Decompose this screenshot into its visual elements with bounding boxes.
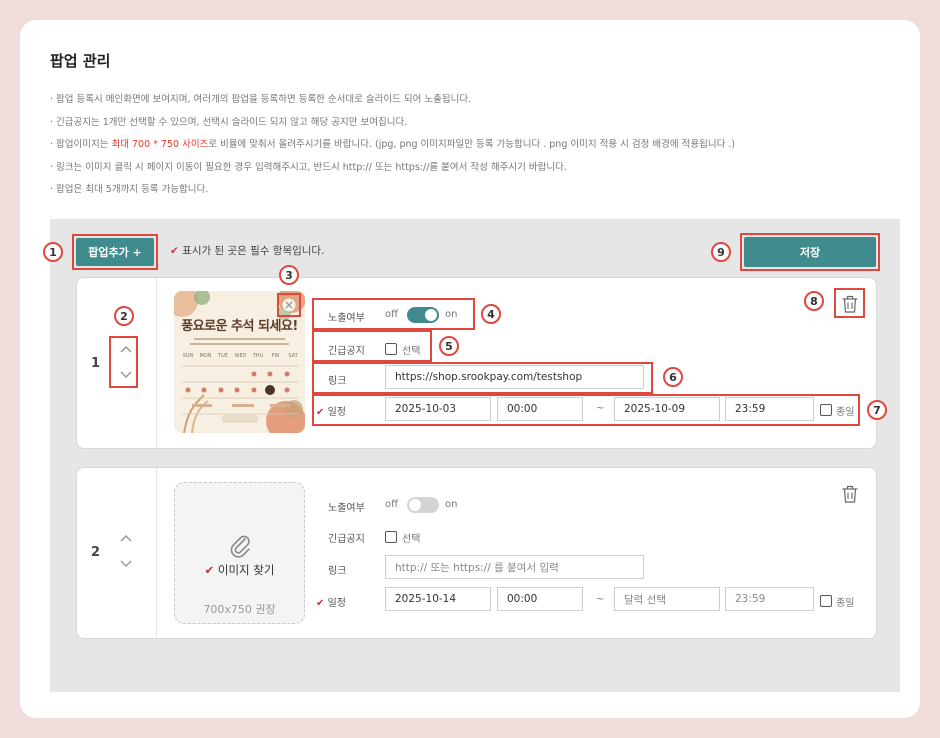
annotation-badge: 7 bbox=[867, 400, 887, 420]
item-divider bbox=[156, 468, 157, 638]
end-date-input[interactable]: 달력 선택 bbox=[614, 587, 720, 611]
calendar-cells bbox=[182, 365, 299, 415]
notice-line: · 링크는 이미지 클릭 시 페이지 이동이 필요한 경우 입력해주시고, 반드… bbox=[50, 161, 567, 173]
allday-checkbox[interactable] bbox=[820, 595, 832, 607]
notice-line: · 긴급공지는 1개만 선택할 수 있으며, 선택시 슬라이드 되지 않고 해당… bbox=[50, 116, 408, 128]
highlight-urgent bbox=[312, 330, 432, 362]
size-highlight: 최대 700 * 750 사이즈 bbox=[111, 139, 209, 150]
toggle-knob bbox=[409, 499, 421, 511]
schedule-label: ✔ 일정 bbox=[316, 598, 346, 609]
paperclip-icon bbox=[230, 535, 250, 558]
exposure-label: 노출여부 bbox=[328, 503, 365, 514]
notice-line: · 팝업이미지는 최대 700 * 750 사이즈로 비율에 맞춰서 올려주시기… bbox=[50, 139, 736, 150]
required-check-icon: ✔ bbox=[316, 598, 325, 609]
toggle-off-label: off bbox=[385, 499, 399, 510]
popup-number: 2 bbox=[91, 545, 101, 560]
exposure-toggle[interactable] bbox=[407, 497, 439, 513]
page-title: 팝업 관리 bbox=[50, 52, 111, 70]
highlight-order-arrows bbox=[109, 336, 138, 388]
annotation-badge: 2 bbox=[114, 306, 134, 326]
range-separator: ~ bbox=[596, 594, 605, 605]
start-time-input[interactable]: 00:00 bbox=[497, 587, 583, 611]
annotation-badge: 8 bbox=[804, 291, 824, 311]
delete-popup-icon[interactable] bbox=[841, 484, 859, 504]
highlight-remove-image bbox=[277, 293, 301, 317]
required-check-icon: ✔ bbox=[170, 245, 179, 257]
image-upload-box[interactable]: ✔ 이미지 찾기 700x750 권장 bbox=[174, 482, 305, 624]
required-note: ✔ 표시가 된 곳은 필수 항목입니다. bbox=[170, 245, 325, 257]
move-down-icon[interactable] bbox=[119, 557, 133, 571]
find-image-label: ✔ 이미지 찾기 bbox=[204, 563, 275, 577]
thumbnail-subtitle bbox=[188, 335, 291, 349]
size-hint: 700x750 권장 bbox=[203, 603, 276, 616]
toggle-on-label: on bbox=[445, 499, 458, 510]
urgent-select-label: 선택 bbox=[402, 534, 421, 545]
annotation-badge: 1 bbox=[43, 242, 63, 262]
link-input[interactable]: http:// 또는 https:// 를 붙여서 입력 bbox=[385, 555, 644, 579]
highlight-delete bbox=[834, 288, 865, 318]
urgent-checkbox[interactable] bbox=[385, 531, 397, 543]
item-divider bbox=[156, 278, 157, 448]
highlight-add-button bbox=[72, 234, 158, 270]
annotation-badge: 3 bbox=[279, 265, 299, 285]
notice-list: · 팝업 등록시 메인화면에 보여지며, 여러개의 팝업을 등록하면 등록한 순… bbox=[50, 89, 735, 202]
thumbnail-title: 풍요로운 추석 되세요! bbox=[181, 319, 298, 334]
annotation-badge: 9 bbox=[711, 242, 731, 262]
allday-label: 종일 bbox=[836, 598, 855, 609]
start-date-input[interactable]: 2025-10-14 bbox=[385, 587, 491, 611]
thumbnail-calendar: SUN MON TUE WED THU FRI SAT bbox=[182, 353, 299, 426]
annotation-badge: 4 bbox=[481, 304, 501, 324]
annotation-badge: 6 bbox=[663, 367, 683, 387]
highlight-save-button bbox=[740, 233, 880, 271]
link-label: 링크 bbox=[328, 566, 347, 577]
popup-number: 1 bbox=[91, 356, 101, 371]
annotation-badge: 5 bbox=[439, 336, 459, 356]
popup-item: 2 ✔ 이미지 찾기 700x750 권장 노출여부 off on 긴급공지 선… bbox=[76, 467, 877, 639]
required-check-icon: ✔ bbox=[204, 563, 215, 577]
highlight-link bbox=[312, 362, 653, 394]
urgent-label: 긴급공지 bbox=[328, 534, 365, 545]
notice-line: · 팝업은 최대 5개까지 등록 가능합니다. bbox=[50, 184, 209, 195]
move-up-icon[interactable] bbox=[119, 531, 133, 545]
highlight-schedule bbox=[312, 394, 860, 426]
notice-line: · 팝업 등록시 메인화면에 보여지며, 여러개의 팝업을 등록하면 등록한 순… bbox=[50, 94, 472, 105]
end-time-input[interactable]: 23:59 bbox=[725, 587, 814, 611]
calendar-header: SUN MON TUE WED THU FRI SAT bbox=[182, 353, 298, 359]
highlight-exposure-toggle bbox=[312, 298, 475, 330]
